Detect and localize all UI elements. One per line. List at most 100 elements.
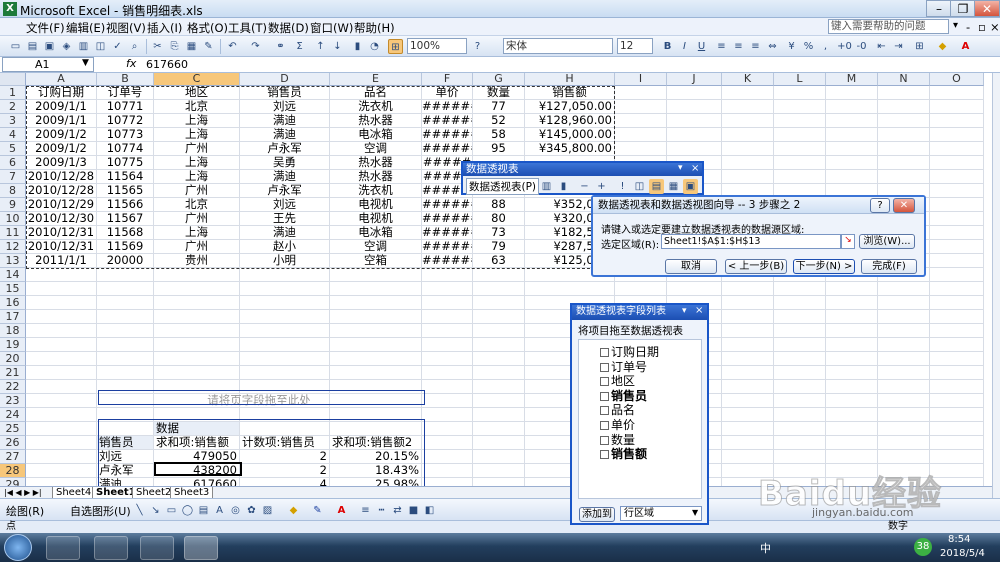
table-cell[interactable]: 北京 [154, 100, 240, 114]
pane-close-icon[interactable]: × [695, 305, 703, 316]
table-cell[interactable]: 2009/1/3 [26, 156, 97, 170]
empty-cell[interactable] [722, 324, 774, 338]
table-cell[interactable]: 2009/1/1 [26, 114, 97, 128]
empty-cell[interactable] [240, 324, 330, 338]
table-cell[interactable]: 满迪 [240, 226, 330, 240]
empty-cell[interactable] [826, 282, 878, 296]
print-icon[interactable]: ▥ [76, 39, 91, 54]
picture-icon[interactable]: ▨ [260, 503, 275, 518]
row-header[interactable]: 10 [0, 212, 26, 226]
text-color-icon[interactable]: A [334, 503, 349, 518]
table-cell[interactable]: 79 [473, 240, 525, 254]
row-header[interactable]: 25 [0, 422, 26, 436]
column-header[interactable]: E [330, 73, 422, 86]
empty-cell[interactable] [473, 338, 525, 352]
help-search-input[interactable]: 键入需要帮助的问题 [828, 19, 949, 34]
table-cell[interactable]: 52 [473, 114, 525, 128]
chart-icon[interactable]: ▮ [556, 179, 571, 194]
table-cell[interactable]: 63 [473, 254, 525, 268]
column-header[interactable]: G [473, 73, 525, 86]
empty-cell[interactable] [930, 128, 984, 142]
empty-cell[interactable] [826, 436, 878, 450]
empty-cell[interactable] [930, 212, 984, 226]
table-cell[interactable]: 单价 [422, 86, 473, 100]
column-header[interactable]: I [615, 73, 667, 86]
empty-cell[interactable] [525, 282, 615, 296]
table-cell[interactable]: 贵州 [154, 254, 240, 268]
arrow-style-icon[interactable]: ⇄ [390, 503, 405, 518]
empty-cell[interactable] [473, 408, 525, 422]
wordart-icon[interactable]: A [212, 503, 227, 518]
field-item[interactable]: 销售员 [600, 389, 647, 403]
column-header[interactable]: A [26, 73, 97, 86]
line-icon[interactable]: ╲ [132, 503, 147, 518]
table-cell[interactable]: ¥127,050.00 [525, 100, 615, 114]
empty-cell[interactable] [930, 142, 984, 156]
diagram-icon[interactable]: ◎ [228, 503, 243, 518]
empty-cell[interactable] [26, 408, 97, 422]
empty-cell[interactable] [330, 296, 422, 310]
empty-cell[interactable] [240, 310, 330, 324]
fill-icon[interactable]: ◆ [286, 503, 301, 518]
autoshape-menu[interactable]: 自选图形(U) [70, 503, 131, 519]
finish-button[interactable]: 完成(F) [861, 259, 917, 274]
empty-cell[interactable] [26, 464, 97, 478]
research-icon[interactable]: ⌕ [127, 39, 142, 54]
empty-cell[interactable] [422, 324, 473, 338]
empty-cell[interactable] [330, 310, 422, 324]
empty-cell[interactable] [422, 436, 473, 450]
table-cell[interactable]: ####### [422, 142, 473, 156]
empty-cell[interactable] [930, 352, 984, 366]
dropdown-icon[interactable]: ▾ [953, 20, 958, 31]
empty-cell[interactable] [878, 282, 930, 296]
row-header[interactable]: 3 [0, 114, 26, 128]
empty-cell[interactable] [422, 478, 473, 486]
empty-cell[interactable] [826, 142, 878, 156]
empty-cell[interactable] [667, 100, 722, 114]
empty-cell[interactable] [473, 380, 525, 394]
column-header[interactable]: L [774, 73, 826, 86]
empty-cell[interactable] [26, 338, 97, 352]
ime-indicator[interactable]: 中 [760, 540, 771, 556]
table-cell[interactable]: 广州 [154, 142, 240, 156]
table-cell[interactable]: 满迪 [240, 128, 330, 142]
menu-tools[interactable]: 工具(T) [228, 20, 267, 36]
empty-cell[interactable] [774, 156, 826, 170]
empty-cell[interactable] [826, 100, 878, 114]
field-item[interactable]: 订单号 [600, 360, 647, 374]
select-all-corner[interactable] [0, 73, 26, 86]
merge-icon[interactable]: ⇔ [765, 39, 780, 54]
empty-cell[interactable] [422, 352, 473, 366]
empty-cell[interactable] [774, 142, 826, 156]
empty-cell[interactable] [878, 142, 930, 156]
table-cell[interactable]: 洗衣机 [330, 100, 422, 114]
table-cell[interactable]: 数量 [473, 86, 525, 100]
draw-menu[interactable]: 绘图(R) [6, 503, 44, 519]
empty-cell[interactable] [722, 380, 774, 394]
minimize-doc-icon[interactable]: - [966, 20, 970, 34]
table-cell[interactable]: 11564 [97, 170, 154, 184]
table-cell[interactable]: 赵小 [240, 240, 330, 254]
chevron-down-icon[interactable]: ▼ [82, 58, 89, 68]
empty-cell[interactable] [330, 282, 422, 296]
empty-cell[interactable] [774, 408, 826, 422]
table-cell[interactable]: 满迪 [240, 170, 330, 184]
restore-doc-icon[interactable]: ▫ [978, 20, 986, 34]
empty-cell[interactable] [774, 170, 826, 184]
row-header[interactable]: 2 [0, 100, 26, 114]
empty-cell[interactable] [826, 394, 878, 408]
empty-cell[interactable] [878, 450, 930, 464]
empty-cell[interactable] [722, 296, 774, 310]
empty-cell[interactable] [930, 310, 984, 324]
line-color-icon[interactable]: ✎ [310, 503, 325, 518]
empty-cell[interactable] [97, 366, 154, 380]
table-cell[interactable]: 洗衣机 [330, 184, 422, 198]
empty-cell[interactable] [330, 324, 422, 338]
empty-cell[interactable] [826, 366, 878, 380]
empty-cell[interactable] [473, 324, 525, 338]
field-settings-icon[interactable]: ▤ [649, 179, 664, 194]
table-cell[interactable]: ¥145,000.00 [525, 128, 615, 142]
empty-cell[interactable] [473, 366, 525, 380]
restore-button[interactable]: ❐ [950, 0, 976, 17]
empty-cell[interactable] [930, 156, 984, 170]
